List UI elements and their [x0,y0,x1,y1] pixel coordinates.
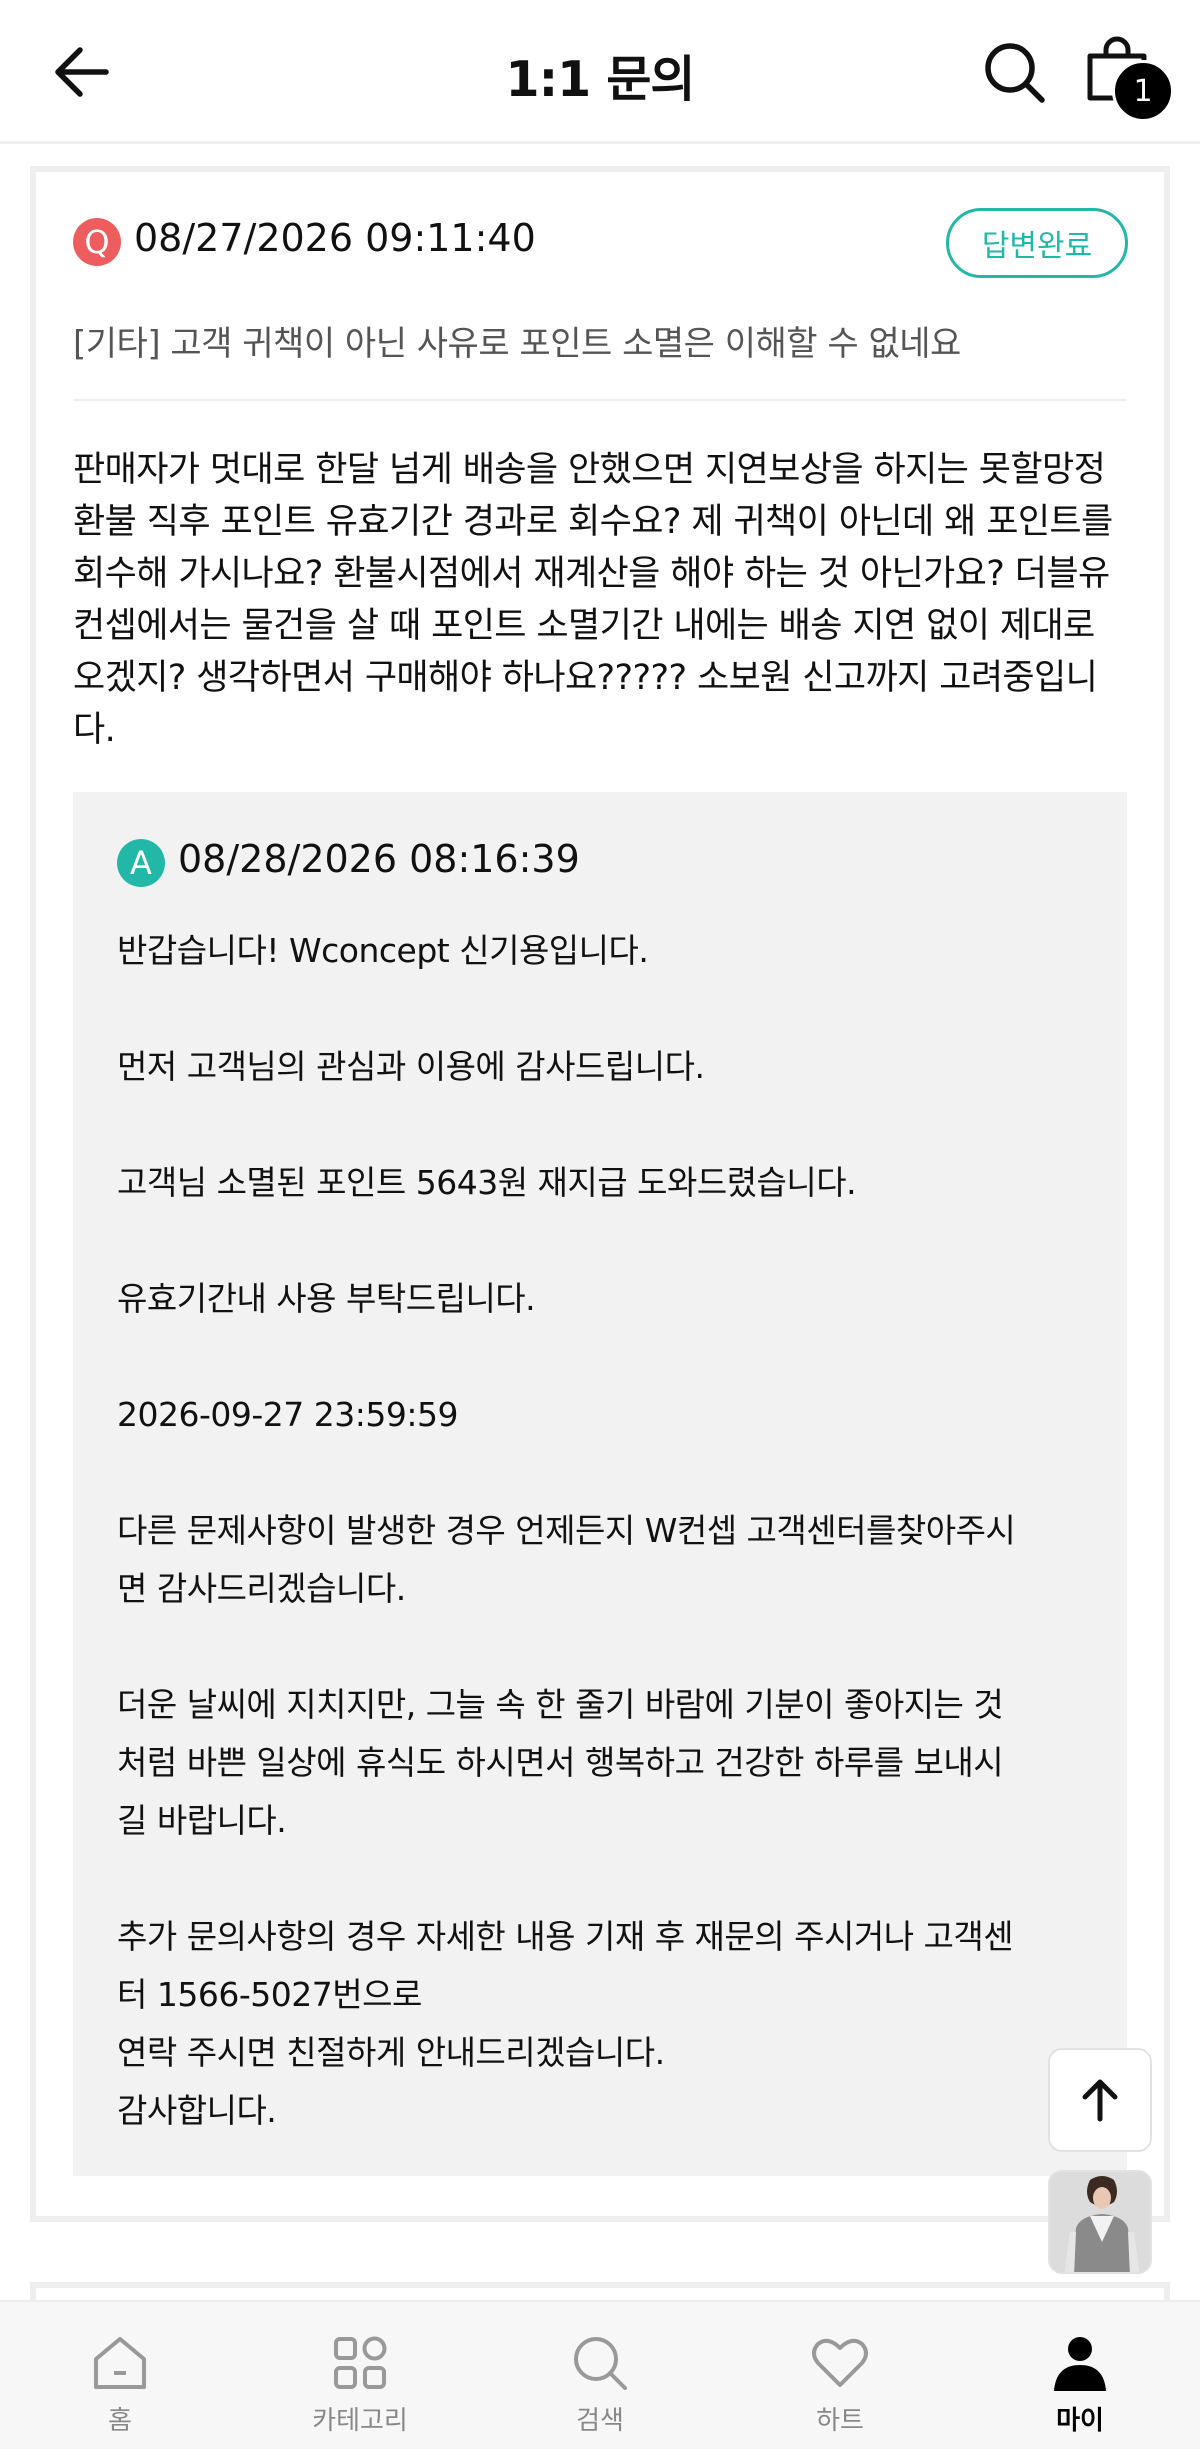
question-body-line: 환불 직후 포인트 유효기간 경과로 회수요? 제 귀책이 아닌데 왜 포인트를 [73,502,1113,542]
question-body-line: 오겠지? 생각하면서 구매해야 하나요????? 소보원 신고까지 고려중입니 [73,658,1098,698]
question-body-line: 판매자가 멋대로 한달 넘게 배송을 안했으면 지연보상을 하지는 못할망정 [73,450,1106,490]
answer-line: 2026-09-27 23:59:59 [117,1395,458,1434]
search-button[interactable] [980,38,1050,108]
question-title: [기타] 고객 귀책이 아닌 사유로 포인트 소멸은 이해할 수 없네요 [73,324,961,364]
question-body: 판매자가 멋대로 한달 넘게 배송을 안했으면 지연보상을 하지는 못할망정 환… [73,444,1133,756]
header: 1:1 문의 1 [0,0,1200,144]
search-icon [985,43,1045,103]
answer-line: 반갑습니다! Wconcept 신기용입니다. [117,931,649,970]
tab-my[interactable]: 마이 [1005,2332,1155,2442]
question-body-line: 컨셉에서는 물건을 살 때 포인트 소멸기간 내에는 배송 지연 없이 제대로 [73,606,1095,646]
cart-count-badge: 1 [1112,60,1174,122]
scroll-to-top-button[interactable] [1048,2048,1152,2152]
answer-line: 먼저 고객님의 관심과 이용에 감사드립니다. [117,1047,705,1086]
answer-body: 반갑습니다! Wconcept 신기용입니다. 먼저 고객님의 관심과 이용에 … [117,922,1097,2140]
answer-line: 고객님 소멸된 포인트 5643원 재지급 도와드렸습니다. [117,1163,857,1202]
answer-line: 면 감사드리겠습니다. [117,1569,406,1608]
answer-line: 터 1566-5027번으로 [117,1975,422,2014]
question-body-line: 다. [73,710,116,750]
arrow-up-icon [1082,2079,1118,2122]
tab-heart[interactable]: 하트 [765,2332,915,2442]
tab-home[interactable]: 홈 [45,2332,195,2442]
tab-label: 홈 [108,2406,132,2436]
answer-line: 더운 날씨에 지치지만, 그늘 속 한 줄기 바람에 기분이 좋아지는 것 [117,1685,1004,1724]
recent-product-thumbnail[interactable] [1048,2170,1152,2274]
answer-line: 처럼 바쁜 일상에 휴식도 하시면서 행복하고 건강한 하루를 보내시 [117,1743,1004,1782]
answer-line: 추가 문의사항의 경우 자세한 내용 기재 후 재문의 주시거나 고객센 [117,1917,1014,1956]
question-icon: Q [73,218,121,266]
answer-line: 감사합니다. [117,2091,277,2130]
answer-line: 연락 주시면 친절하게 안내드리겠습니다. [117,2033,665,2072]
person-icon [1054,2337,1106,2391]
question-body-line: 회수해 가시나요? 환불시점에서 재계산을 해야 하는 것 아닌가요? 더블유 [73,554,1110,594]
tab-label: 마이 [1056,2406,1104,2436]
tab-label: 카테고리 [312,2406,408,2436]
heart-icon [812,2338,868,2387]
tab-label: 검색 [576,2406,624,2436]
product-image [1050,2172,1150,2272]
answer-line: 길 바랍니다. [117,1801,287,1840]
bottom-tab-bar: 홈 카테고리 검색 하트 마이 [0,2300,1200,2449]
question-datetime: 08/27/2026 09:11:40 [134,216,536,260]
answer-line: 유효기간내 사용 부탁드립니다. [117,1279,536,1318]
answer-icon: A [117,839,165,887]
tab-category[interactable]: 카테고리 [285,2332,435,2442]
home-icon [94,2337,146,2389]
tab-search[interactable]: 검색 [525,2332,675,2442]
status-badge: 답변완료 [946,208,1128,278]
answer-datetime: 08/28/2026 08:16:39 [178,837,580,881]
search-icon [574,2337,627,2390]
category-icon [334,2336,387,2389]
divider [73,399,1127,401]
answer-line: 다른 문제사항이 발생한 경우 언제든지 W컨셉 고객센터를찾아주시 [117,1511,1016,1550]
tab-label: 하트 [816,2406,864,2436]
